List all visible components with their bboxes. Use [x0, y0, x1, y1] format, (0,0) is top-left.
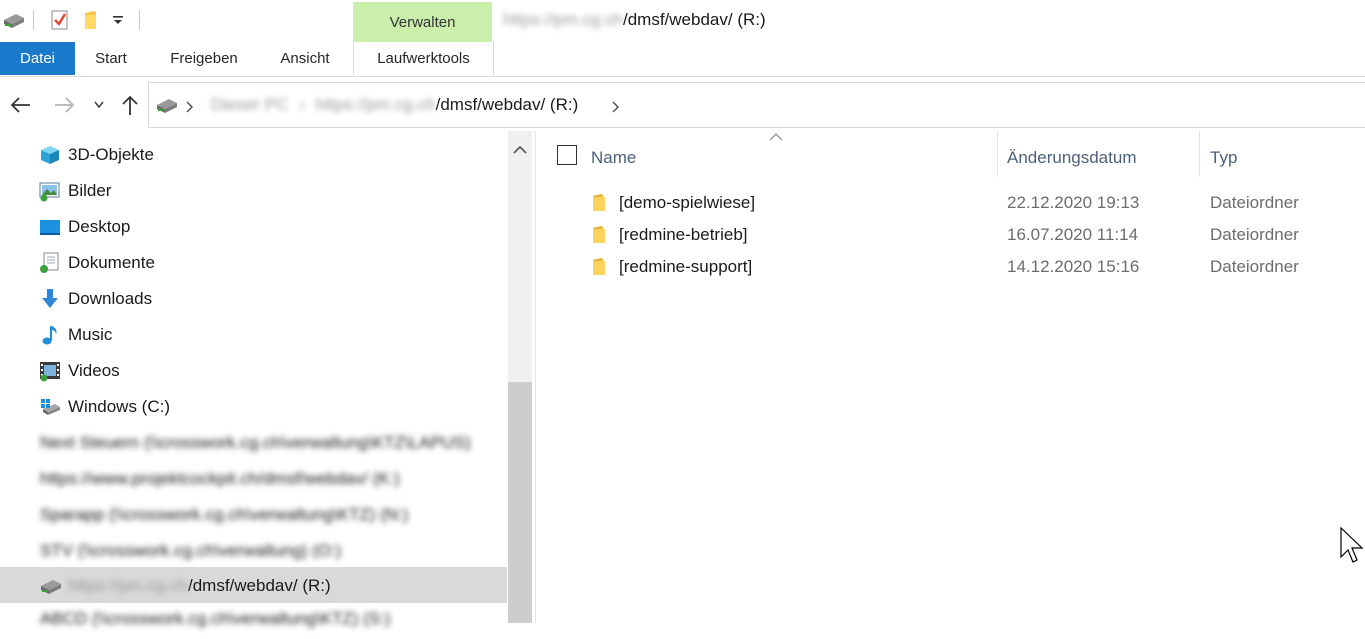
customize-quick-access-icon[interactable] [112, 14, 124, 26]
windows-drive-icon [41, 399, 60, 415]
separator [33, 10, 34, 30]
file-name: [redmine-betrieb] [619, 225, 748, 244]
back-arrow-icon[interactable] [8, 95, 32, 115]
tab-start[interactable]: Start [85, 42, 137, 75]
network-drive-icon [4, 14, 24, 28]
tab-verwalten[interactable]: Verwalten [353, 2, 492, 42]
nav-item-webdav-r[interactable]: https://pm.cg.ch/dmsf/webdav/ (R:) [0, 567, 507, 603]
nav-item-windows-c[interactable]: Windows (C:) [0, 388, 507, 424]
nav-item-label: Sparapp (\\crosswork.cg.ch\verwaltung\KT… [40, 505, 409, 524]
file-row[interactable]: [redmine-betrieb] 16.07.2020 11:14 Datei… [537, 218, 1365, 250]
nav-item-label: 3D-Objekte [68, 145, 154, 164]
breadcrumb-blurred-this-pc[interactable]: Dieser PC [211, 95, 288, 114]
videos-icon [40, 362, 60, 382]
nav-item-blurred-drive[interactable]: https://www.projektcockpit.ch/dmsf/webda… [0, 460, 507, 496]
title-bar: Verwalten https://pm.cg.ch/dmsf/webdav/ … [0, 0, 1365, 42]
tab-laufwerktools[interactable]: Laufwerktools [353, 42, 494, 75]
file-name: [demo-spielwiese] [619, 193, 756, 212]
breadcrumb-end-chevron-icon[interactable] [611, 101, 621, 113]
file-row[interactable]: [redmine-support] 14.12.2020 15:16 Datei… [537, 250, 1365, 282]
column-headers: Name Änderungsdatum Typ [537, 131, 1365, 181]
nav-item-label: Bilder [68, 181, 112, 200]
ribbon-tabs: Datei Start Freigeben Ansicht Laufwerkto… [0, 42, 1365, 77]
breadcrumb-path[interactable]: /dmsf/webdav/ (R:) [436, 95, 579, 114]
column-separator[interactable] [1199, 131, 1200, 177]
nav-item-label: Downloads [68, 289, 153, 308]
file-name: [redmine-support] [619, 257, 753, 276]
nav-item-label: ABCD (\\crosswork.cg.ch\verwaltung\KTZ) … [40, 609, 391, 628]
title-path: /dmsf/webdav/ (R:) [623, 10, 766, 29]
file-date: 22.12.2020 19:13 [1007, 193, 1140, 212]
tab-freigeben[interactable]: Freigeben [160, 42, 248, 75]
breadcrumb-separator: › [299, 95, 305, 114]
breadcrumb[interactable]: Dieser PC › https://pm.cg.ch/dmsf/webdav… [211, 95, 578, 115]
nav-item-bilder[interactable]: Bilder [0, 172, 507, 208]
nav-item-music[interactable]: Music [0, 316, 507, 352]
nav-item-label: Dokumente [68, 253, 155, 272]
nav-item-desktop[interactable]: Desktop [0, 208, 507, 244]
recent-locations-chevron-icon[interactable] [93, 100, 105, 110]
nav-item-label: Videos [68, 361, 120, 380]
nav-item-blurred-drive[interactable]: Sparapp (\\crosswork.cg.ch\verwaltung\KT… [0, 496, 507, 532]
file-date: 16.07.2020 11:14 [1007, 225, 1139, 244]
nav-item-label: Next Steuern (\\crosswork.cg.ch\verwaltu… [40, 433, 471, 452]
network-drive-icon [157, 99, 177, 113]
blurred-host: https://pm.cg.ch [68, 576, 188, 595]
new-folder-icon[interactable] [82, 9, 100, 31]
nav-item-blurred-drive[interactable]: ABCD (\\crosswork.cg.ch\verwaltung\KTZ) … [0, 603, 507, 639]
breadcrumb-blurred-host[interactable]: https://pm.cg.ch [316, 95, 436, 114]
nav-item-3d-objekte[interactable]: 3D-Objekte [0, 136, 507, 172]
nav-item-label: Music [68, 325, 113, 344]
music-icon [42, 326, 57, 345]
nav-item-label: Desktop [68, 217, 131, 236]
nav-item-downloads[interactable]: Downloads [0, 280, 507, 316]
nav-scrollbar-thumb[interactable] [508, 382, 532, 623]
downloads-icon [42, 289, 58, 308]
up-arrow-icon[interactable] [120, 94, 140, 116]
blurred-title-prefix: https://pm.cg.ch [503, 10, 623, 29]
nav-item-label: https://pm.cg.ch/dmsf/webdav/ (R:) [68, 576, 331, 596]
pictures-icon [39, 182, 60, 202]
documents-icon [40, 252, 59, 273]
column-separator[interactable] [997, 131, 998, 177]
breadcrumb-chevron-icon[interactable] [185, 101, 195, 113]
properties-icon[interactable] [50, 9, 70, 31]
column-header-date[interactable]: Änderungsdatum [1007, 148, 1136, 168]
navigation-pane: 3D-Objekte Bilder Desktop Dokumente Down… [0, 131, 536, 628]
nav-item-blurred-drive[interactable]: Next Steuern (\\crosswork.cg.ch\verwaltu… [0, 424, 507, 460]
address-bar[interactable]: Dieser PC › https://pm.cg.ch/dmsf/webdav… [148, 82, 1365, 128]
nav-item-blurred-drive[interactable]: STV (\\crosswork.cg.ch\verwaltung) (O:) [0, 532, 507, 568]
tab-ansicht[interactable]: Ansicht [270, 42, 340, 75]
tab-datei[interactable]: Datei [0, 42, 75, 75]
3d-objects-icon [41, 146, 59, 164]
scroll-up-chevron-icon[interactable] [512, 144, 528, 156]
navigation-bar: Dieser PC › https://pm.cg.ch/dmsf/webdav… [0, 80, 1365, 130]
window-title: https://pm.cg.ch/dmsf/webdav/ (R:) [503, 10, 766, 30]
folder-icon [593, 258, 605, 275]
folder-icon [593, 226, 605, 243]
nav-item-dokumente[interactable]: Dokumente [0, 244, 507, 280]
column-header-type[interactable]: Typ [1210, 148, 1237, 168]
desktop-icon [40, 220, 60, 235]
file-date: 14.12.2020 15:16 [1007, 257, 1140, 276]
file-type: Dateiordner [1210, 225, 1299, 244]
nav-item-label: https://www.projektcockpit.ch/dmsf/webda… [40, 469, 400, 488]
mouse-cursor-icon [1340, 527, 1364, 563]
nav-item-label: Windows (C:) [68, 397, 171, 416]
separator [139, 10, 140, 30]
nav-item-videos[interactable]: Videos [0, 352, 507, 388]
network-drive-icon [41, 580, 61, 594]
drive-path: /dmsf/webdav/ (R:) [188, 576, 331, 595]
file-type: Dateiordner [1210, 193, 1299, 212]
nav-item-label: STV (\\crosswork.cg.ch\verwaltung) (O:) [40, 541, 342, 560]
file-row[interactable]: [demo-spielwiese] 22.12.2020 19:13 Datei… [537, 186, 1365, 218]
column-header-name[interactable]: Name [591, 148, 636, 168]
file-type: Dateiordner [1210, 257, 1299, 276]
folder-icon [593, 194, 605, 211]
forward-arrow-icon[interactable] [53, 95, 77, 115]
